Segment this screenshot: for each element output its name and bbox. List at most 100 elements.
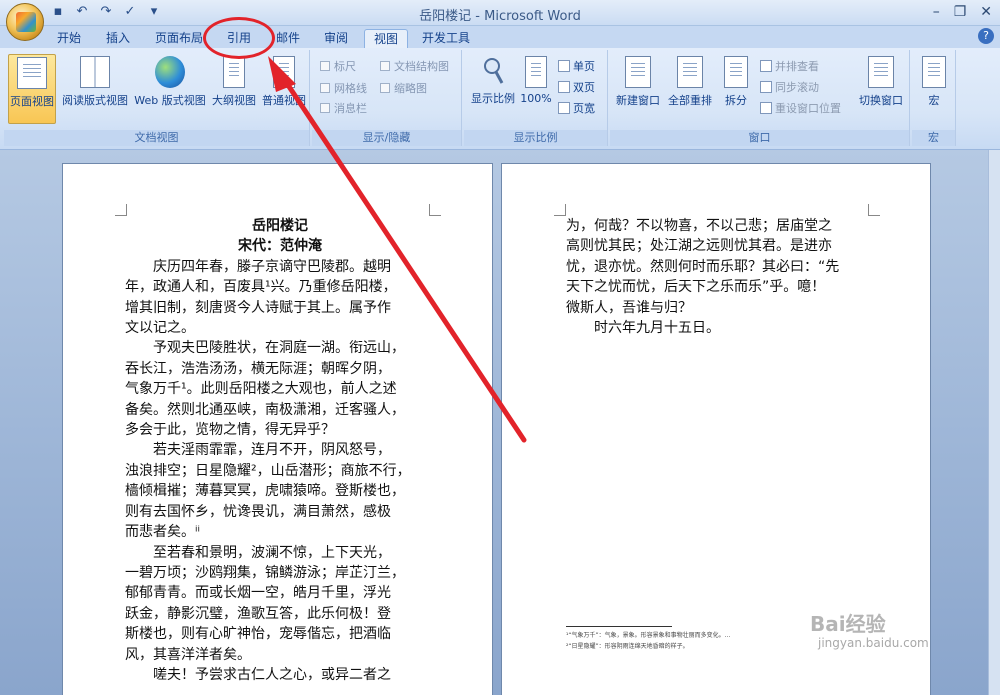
tab-home[interactable]: 开始 xyxy=(50,29,88,49)
page-width-button[interactable]: 页宽 xyxy=(558,100,595,116)
page-1-text: 岳阳楼记 宋代：范仲淹 庆历四年春，滕子京谪守巴陵郡。越明 年，政通人和，百废具… xyxy=(125,216,435,685)
view-side-by-side-button[interactable]: 并排查看 xyxy=(760,58,819,74)
tab-page-layout[interactable]: 页面布局 xyxy=(148,29,210,49)
highlight-circle xyxy=(203,17,275,59)
tab-developer[interactable]: 开发工具 xyxy=(414,29,478,49)
two-pages-button[interactable]: 双页 xyxy=(558,79,595,95)
crop-mark xyxy=(115,204,127,216)
text-line: 跃金，静影沉璧，渔歌互答，此乐何极！登 xyxy=(125,605,391,622)
office-button[interactable] xyxy=(6,3,44,41)
text-line: 浊浪排空；日星隐耀²，山岳潜形；商旅不行， xyxy=(125,462,411,479)
document-map-checkbox[interactable]: 文档结构图 xyxy=(380,58,449,74)
document-title: 岳阳楼记 xyxy=(252,218,308,234)
draft-button[interactable]: 普通视图 xyxy=(260,54,308,124)
reset-window-position-button[interactable]: 重设窗口位置 xyxy=(760,100,841,116)
group-zoom: 显示比例 100% 单页 双页 页宽 显示比例 xyxy=(464,50,608,146)
one-page-icon xyxy=(558,60,570,72)
group-label-document-views: 文档视图 xyxy=(4,130,309,146)
footnote-separator xyxy=(566,626,672,627)
magnifier-icon xyxy=(482,56,504,86)
gridlines-checkbox[interactable]: 网格线 xyxy=(320,80,367,96)
message-bar-checkbox[interactable]: 消息栏 xyxy=(320,100,367,116)
reading-layout-icon xyxy=(80,56,110,88)
office-logo-icon xyxy=(16,12,36,32)
switch-windows-button[interactable]: 切换窗口 xyxy=(854,54,908,124)
text-line: 吞长江，浩浩汤汤，横无际涯；朝晖夕阴， xyxy=(125,360,391,377)
text-line: 年，政通人和，百废具¹兴。乃重修岳阳楼， xyxy=(125,279,397,296)
page-width-icon xyxy=(558,102,570,114)
text-line: 庆历四年春，滕子京谪守巴陵郡。越明 xyxy=(125,258,391,275)
text-line: 嗟夫！予尝求古仁人之心，或异二者之 xyxy=(125,666,391,683)
group-label-show-hide: 显示/隐藏 xyxy=(312,130,461,146)
text-line: 至若春和景明，波澜不惊，上下天光， xyxy=(125,544,391,561)
text-line: 斯楼也，则有心旷神怡，宠辱偕忘，把酒临 xyxy=(125,626,391,643)
zoom-100-icon xyxy=(525,56,547,88)
group-label-zoom: 显示比例 xyxy=(464,130,607,146)
switch-windows-icon xyxy=(868,56,894,88)
crop-mark xyxy=(429,204,441,216)
help-icon[interactable]: ? xyxy=(978,28,994,44)
draft-icon xyxy=(273,56,295,88)
tab-insert[interactable]: 插入 xyxy=(98,29,138,49)
document-author: 宋代：范仲淹 xyxy=(238,238,322,255)
vertical-scrollbar[interactable] xyxy=(988,150,1000,695)
zoom-100-button[interactable]: 100% xyxy=(518,54,554,124)
document-page-1[interactable]: 岳阳楼记 宋代：范仲淹 庆历四年春，滕子京谪守巴陵郡。越明 年，政通人和，百废具… xyxy=(62,163,493,695)
group-window: 新建窗口 全部重排 拆分 并排查看 同步滚动 重设窗口位置 切换窗口 窗口 xyxy=(610,50,910,146)
outline-icon xyxy=(223,56,245,88)
two-pages-icon xyxy=(558,81,570,93)
split-icon xyxy=(724,56,748,88)
new-window-button[interactable]: 新建窗口 xyxy=(612,54,664,124)
text-line: 微斯人，吾谁与归？ xyxy=(566,299,692,316)
zoom-button[interactable]: 显示比例 xyxy=(468,54,518,124)
arrange-all-button[interactable]: 全部重排 xyxy=(664,54,716,124)
text-line: 多会于此，览物之情，得无异乎？ xyxy=(125,422,335,439)
reset-window-icon xyxy=(760,102,772,114)
outline-button[interactable]: 大纲视图 xyxy=(209,54,259,124)
text-line: 樯倾楫摧；薄暮冥冥，虎啸猿啼。登斯楼也， xyxy=(125,483,405,500)
text-line: 时六年九月十五日。 xyxy=(566,320,720,337)
window-title: 岳阳楼记 - Microsoft Word xyxy=(419,9,581,24)
watermark-logo: Bai经验 xyxy=(810,612,886,636)
sync-scroll-icon xyxy=(760,81,772,93)
thumbnails-checkbox[interactable]: 缩略图 xyxy=(380,80,427,96)
text-line: 天下之忧而忧，后天下之乐而乐”乎。噫！ xyxy=(566,279,826,296)
ruler-checkbox[interactable]: 标尺 xyxy=(320,58,356,74)
side-by-side-icon xyxy=(760,60,772,72)
tab-view[interactable]: 视图 xyxy=(364,29,408,49)
ribbon-tabs: 开始 插入 页面布局 引用 邮件 审阅 视图 开发工具 ? xyxy=(0,26,1000,49)
arrange-all-icon xyxy=(677,56,703,88)
synchronous-scrolling-button[interactable]: 同步滚动 xyxy=(760,79,819,95)
text-line: 若夫淫雨霏霏，连月不开，阴风怒号， xyxy=(125,442,391,459)
macros-button[interactable]: 宏 xyxy=(916,54,952,124)
macros-icon xyxy=(922,56,946,88)
restore-icon[interactable]: ❐ xyxy=(954,4,967,20)
text-line: 文以记之。 xyxy=(125,320,195,337)
footnote: ²“日星隐耀”：形容阴雨连绵天地昏暗的样子。 xyxy=(566,643,689,650)
web-layout-button[interactable]: Web 版式视图 xyxy=(132,54,208,124)
group-macros: 宏 宏 xyxy=(912,50,956,146)
minimize-icon[interactable]: – xyxy=(933,4,940,20)
text-line: 予观夫巴陵胜状，在洞庭一湖。衔远山， xyxy=(125,340,405,357)
close-icon[interactable]: ✕ xyxy=(980,4,992,20)
full-screen-reading-button[interactable]: 阅读版式视图 xyxy=(60,54,130,124)
crop-mark xyxy=(554,204,566,216)
one-page-button[interactable]: 单页 xyxy=(558,58,595,74)
title-bar: ▪ ↶ ↷ ✓ ▾ 岳阳楼记 - Microsoft Word – ❐ ✕ xyxy=(0,0,1000,26)
text-line: 气象万千¹。此则岳阳楼之大观也，前人之述 xyxy=(125,381,397,398)
crop-mark xyxy=(868,204,880,216)
text-line: 一碧万顷；沙鸥翔集，锦鳞游泳；岸芷汀兰， xyxy=(125,564,405,581)
new-window-icon xyxy=(625,56,651,88)
ribbon: 页面视图 阅读版式视图 Web 版式视图 大纲视图 普通视图 文档视图 标尺 文… xyxy=(0,48,1000,150)
watermark-url: jingyan.baidu.com xyxy=(818,636,929,650)
split-button[interactable]: 拆分 xyxy=(716,54,756,124)
tab-review[interactable]: 审阅 xyxy=(316,29,356,49)
text-line: 高则忧其民；处江湖之远则忧其君。是进亦 xyxy=(566,238,832,255)
web-layout-icon xyxy=(155,56,185,88)
text-line: 忧，退亦忧。然则何时而乐耶？其必曰：“先 xyxy=(566,258,840,275)
page-2-text: 为，何哉？不以物喜，不以己悲；居庙堂之 高则忧其民；处江湖之远则忧其君。是进亦 … xyxy=(566,216,876,338)
print-layout-button[interactable]: 页面视图 xyxy=(8,54,56,124)
window-controls: – ❐ ✕ xyxy=(933,4,992,20)
text-line: 为，何哉？不以物喜，不以己悲；居庙堂之 xyxy=(566,218,832,234)
group-show-hide: 标尺 文档结构图 网格线 缩略图 消息栏 显示/隐藏 xyxy=(312,50,462,146)
